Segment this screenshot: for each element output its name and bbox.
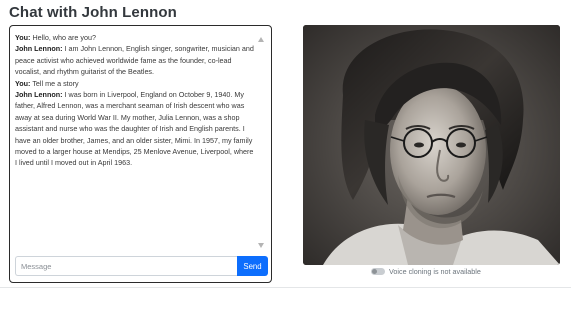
chat-message: John Lennon: I was born in Liverpool, En…	[15, 89, 255, 169]
page-title: Chat with John Lennon	[9, 4, 177, 21]
message-text: I was born in Liverpool, England on Octo…	[15, 90, 254, 168]
message-speaker: John Lennon:	[15, 44, 63, 54]
chat-message: You: Tell me a story	[15, 78, 255, 89]
message-speaker: You:	[15, 78, 31, 88]
scroll-down-arrow-icon[interactable]	[258, 243, 264, 248]
chat-panel: You: Hello, who are you? John Lennon: I …	[9, 25, 272, 283]
scroll-up-arrow-icon[interactable]	[258, 37, 264, 42]
message-composer: Send	[15, 256, 268, 276]
portrait-image	[303, 25, 560, 265]
message-text: Hello, who are you?	[32, 33, 96, 42]
message-speaker: You:	[15, 33, 31, 42]
voice-cloning-row: Voice cloning is not available	[371, 266, 481, 276]
message-speaker: John Lennon:	[15, 90, 63, 100]
voice-cloning-label: Voice cloning is not available	[389, 266, 481, 276]
chat-message: John Lennon: I am John Lennon, English s…	[15, 43, 255, 77]
message-input[interactable]	[15, 256, 237, 276]
section-divider	[0, 287, 571, 288]
chat-log[interactable]: You: Hello, who are you? John Lennon: I …	[15, 32, 255, 272]
chat-message: You: Hello, who are you?	[15, 32, 255, 43]
message-text: Tell me a story	[32, 78, 79, 88]
send-button[interactable]: Send	[237, 256, 268, 276]
voice-cloning-toggle[interactable]	[371, 267, 385, 275]
person-portrait-icon	[303, 25, 560, 265]
page: Chat with John Lennon You: Hello, who ar…	[0, 0, 571, 309]
